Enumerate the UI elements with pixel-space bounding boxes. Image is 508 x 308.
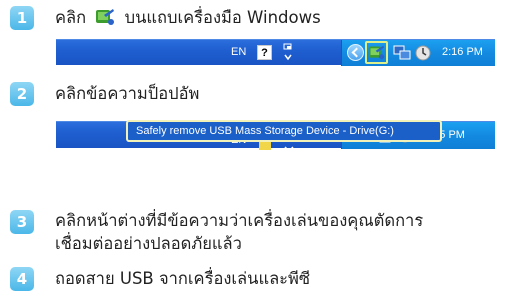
network-icon[interactable]: [393, 44, 411, 66]
step-1-text: คลิก บนแถบเครื่องมือ Windows: [55, 5, 321, 31]
safely-remove-popup[interactable]: Safely remove USB Mass Storage Device - …: [126, 120, 442, 142]
step-4-text: ถอดสาย USB จากเครื่องเล่นและพีซี: [55, 269, 311, 288]
chevron-left-icon[interactable]: [347, 44, 364, 61]
clock-time[interactable]: 2:16 PM: [442, 46, 483, 58]
step-1-text-after: บนแถบเครื่องมือ Windows: [124, 8, 321, 27]
clock-icon[interactable]: [415, 45, 431, 65]
step-1-text-before: คลิก: [55, 8, 87, 27]
safely-remove-hardware-icon: [95, 7, 115, 27]
step-3-badge: 3: [10, 210, 34, 234]
keyboard-icon[interactable]: [282, 43, 294, 65]
step-1-badge: 1: [10, 6, 34, 30]
step-2-text: คลิกข้อความป็อปอัพ: [55, 84, 200, 103]
step-2-badge: 2: [10, 82, 34, 106]
system-tray-1: 2:16 PM: [341, 40, 495, 66]
taskbar-1: EN ? 2:16 PM: [56, 39, 495, 66]
safely-remove-hardware-icon[interactable]: [368, 44, 385, 65]
help-icon[interactable]: ?: [257, 45, 272, 60]
step-4-badge: 4: [10, 267, 34, 291]
step-3-line-2: เชื่อมต่ออย่างปลอดภัยแล้ว: [55, 234, 242, 253]
language-indicator[interactable]: EN: [231, 46, 246, 58]
